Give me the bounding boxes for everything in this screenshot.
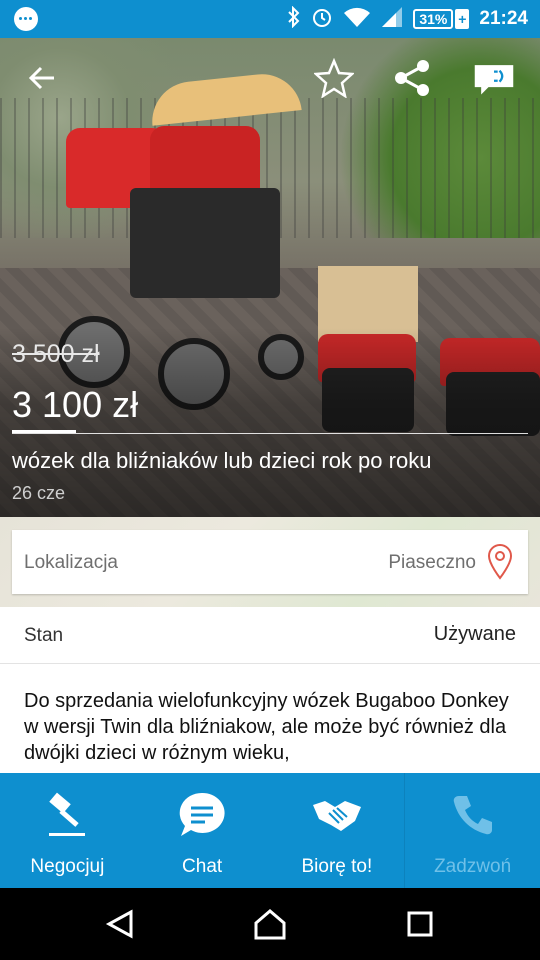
buy-now-button[interactable]: Biorę to! [270, 773, 405, 888]
call-label: Zadzwoń [434, 856, 512, 877]
photo-toolbar [0, 38, 540, 118]
status-bar: 31% + 21:24 [0, 0, 540, 38]
location-card[interactable]: Lokalizacja Piaseczno [12, 530, 528, 594]
location-value: Piaseczno [388, 552, 476, 573]
signal-icon [381, 6, 403, 32]
chat-button[interactable]: Chat [135, 773, 270, 888]
clock: 21:24 [479, 8, 528, 29]
battery-level: 31% [413, 9, 454, 29]
listing-title: wózek dla bliźniaków lub dzieci rok po r… [12, 448, 432, 473]
back-arrow-icon[interactable] [20, 56, 64, 100]
old-price: 3 500 zł [12, 340, 100, 368]
phone-icon [405, 787, 540, 843]
charging-icon: + [455, 9, 470, 29]
listing-description: Do sprzedania wielofunkcyjny wózek Bugab… [24, 690, 509, 764]
alarm-icon [311, 6, 333, 32]
negotiate-label: Negocjuj [30, 856, 105, 877]
nav-recents-icon[interactable] [402, 906, 438, 942]
chat-label: Chat [182, 856, 223, 877]
location-label: Lokalizacja [24, 552, 118, 573]
nav-back-icon[interactable] [102, 906, 138, 942]
wifi-icon [343, 6, 371, 32]
favorite-star-icon[interactable] [312, 56, 356, 100]
bluetooth-icon [287, 5, 301, 32]
price-divider [12, 433, 528, 434]
condition-label: Stan [24, 625, 64, 646]
action-bar: Negocjuj Chat Biorę to! Zadzwoń [0, 773, 540, 888]
chat-icon [135, 787, 270, 843]
buy-now-label: Biorę to! [301, 856, 373, 877]
status-icons: 31% + 21:24 [287, 0, 528, 38]
price-divider-accent [12, 430, 76, 433]
negotiate-button[interactable]: Negocjuj [0, 773, 135, 888]
system-nav-bar [0, 888, 540, 960]
message-seller-icon[interactable] [472, 56, 516, 100]
map-pin-icon [486, 544, 514, 580]
current-price: 3 100 zł [12, 384, 139, 425]
condition-row: Stan Używane [0, 607, 540, 664]
gavel-icon [0, 787, 135, 843]
handshake-icon [270, 787, 405, 843]
nav-home-icon[interactable] [252, 906, 288, 942]
messenger-notification-icon [14, 7, 38, 31]
call-button[interactable]: Zadzwoń [404, 773, 540, 888]
listing-date: 26 cze [12, 483, 66, 503]
share-icon[interactable] [390, 56, 434, 100]
condition-value: Używane [433, 623, 516, 645]
